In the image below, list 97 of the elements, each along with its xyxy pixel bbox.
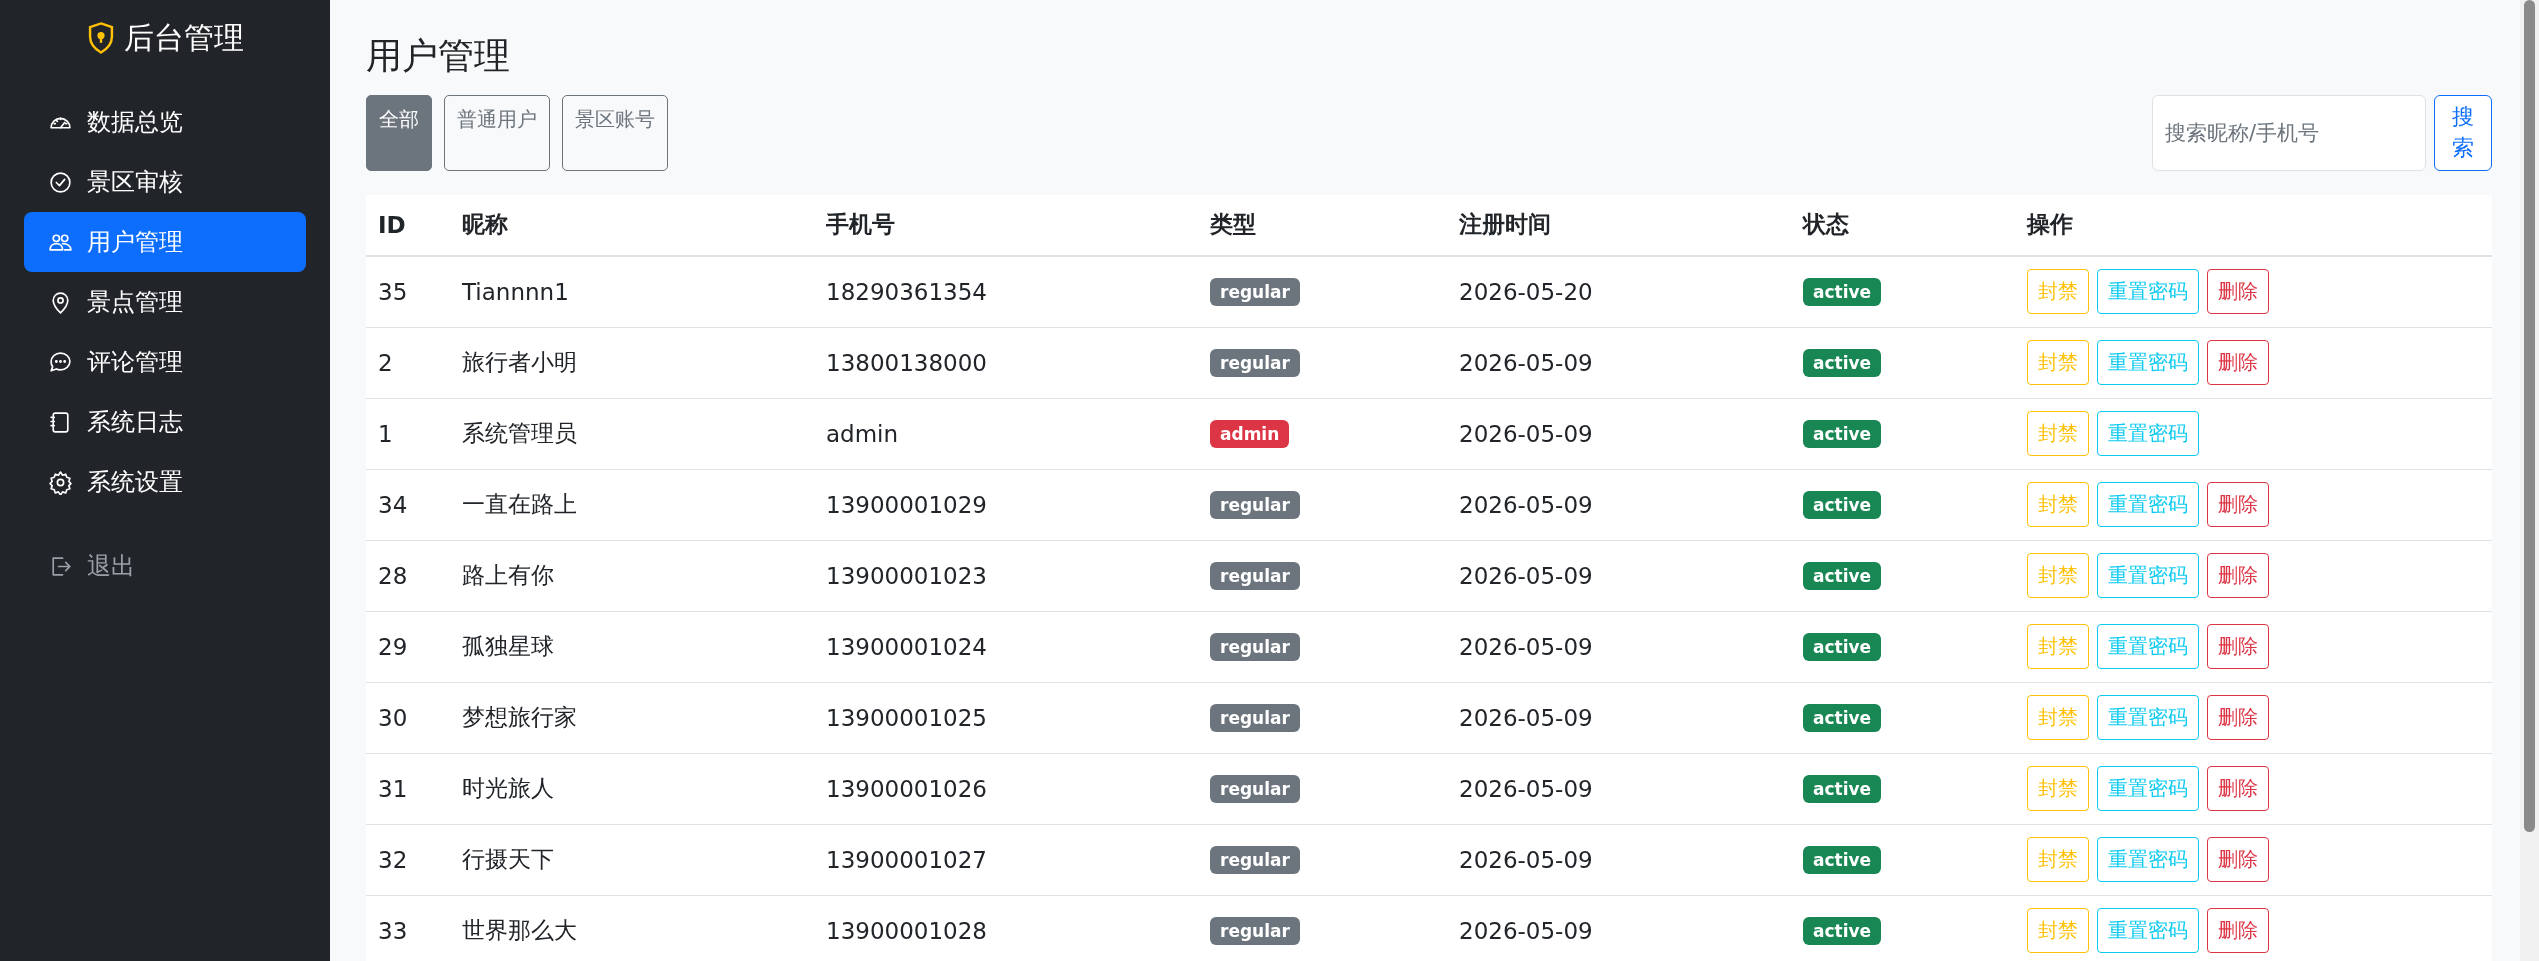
type-badge: regular — [1210, 846, 1300, 875]
table-cell: Tiannnn1 — [450, 255, 814, 328]
status-badge: active — [1803, 917, 1882, 946]
type-badge: regular — [1210, 704, 1300, 733]
table-cell: 2026-05-09 — [1447, 611, 1791, 683]
type-badge: regular — [1210, 491, 1300, 520]
sidebar-item[interactable]: 系统日志 — [24, 392, 306, 452]
table-cell: 一直在路上 — [450, 469, 814, 541]
table-cell: 13900001025 — [814, 682, 1198, 754]
table-cell: 33 — [366, 895, 450, 961]
table-cell: 梦想旅行家 — [450, 682, 814, 754]
column-header: ID — [366, 194, 450, 256]
delete-button[interactable]: 删除 — [2207, 837, 2269, 883]
sidebar-item[interactable]: 景区审核 — [24, 152, 306, 212]
table-cell: 2026-05-09 — [1447, 682, 1791, 754]
scrollbar-thumb[interactable] — [2524, 0, 2535, 832]
sidebar-item[interactable]: 景点管理 — [24, 272, 306, 332]
table-cell: 2026-05-09 — [1447, 469, 1791, 541]
column-header: 手机号 — [814, 194, 1198, 256]
column-header: 昵称 — [450, 194, 814, 256]
status-badge: active — [1803, 491, 1882, 520]
table-cell: 18290361354 — [814, 255, 1198, 328]
gear-icon — [48, 469, 73, 495]
table-cell: 30 — [366, 682, 450, 754]
delete-button[interactable]: 删除 — [2207, 482, 2269, 528]
type-badge: regular — [1210, 278, 1300, 307]
column-header: 类型 — [1198, 194, 1447, 256]
sidebar-item[interactable]: 系统设置 — [24, 452, 306, 512]
table-cell: 31 — [366, 753, 450, 825]
type-badge: admin — [1210, 420, 1290, 449]
delete-button[interactable]: 删除 — [2207, 695, 2269, 741]
table-cell: 13900001028 — [814, 895, 1198, 961]
status-badge: active — [1803, 562, 1882, 591]
table-cell: 2026-05-20 — [1447, 255, 1791, 328]
column-header: 状态 — [1791, 194, 2015, 256]
search-button[interactable]: 搜索 — [2434, 95, 2492, 171]
type-badge: regular — [1210, 562, 1300, 591]
column-header: 注册时间 — [1447, 194, 1791, 256]
check-circle-icon — [48, 169, 73, 195]
table-cell: 2026-05-09 — [1447, 398, 1791, 470]
table-cell: 2026-05-09 — [1447, 327, 1791, 399]
app-title: 后台管理 — [124, 18, 244, 57]
status-badge: active — [1803, 775, 1882, 804]
status-badge: active — [1803, 704, 1882, 733]
table-cell: 2026-05-09 — [1447, 753, 1791, 825]
table-cell: 13800138000 — [814, 327, 1198, 399]
table-cell: 2026-05-09 — [1447, 895, 1791, 961]
column-header: 操作 — [2015, 194, 2492, 256]
table-cell: 时光旅人 — [450, 753, 814, 825]
table-cell: 13900001026 — [814, 753, 1198, 825]
table-cell: 13900001027 — [814, 824, 1198, 896]
shield-lock-icon — [86, 21, 116, 55]
type-badge: regular — [1210, 633, 1300, 662]
delete-button[interactable]: 删除 — [2207, 553, 2269, 599]
delete-button[interactable]: 删除 — [2207, 624, 2269, 670]
type-badge: regular — [1210, 917, 1300, 946]
status-badge: active — [1803, 420, 1882, 449]
filter-tab[interactable]: 普通用户 — [444, 95, 550, 171]
delete-button[interactable]: 删除 — [2207, 340, 2269, 386]
table-cell: 行摄天下 — [450, 824, 814, 896]
status-badge: active — [1803, 633, 1882, 662]
status-badge: active — [1803, 349, 1882, 378]
delete-button[interactable]: 删除 — [2207, 269, 2269, 315]
type-badge: regular — [1210, 775, 1300, 804]
status-badge: active — [1803, 846, 1882, 875]
type-badge: regular — [1210, 349, 1300, 378]
filter-tab[interactable]: 景区账号 — [562, 95, 668, 171]
table-cell: 35 — [366, 255, 450, 328]
status-badge: active — [1803, 278, 1882, 307]
table-cell: admin — [814, 398, 1198, 470]
table-cell: 路上有你 — [450, 540, 814, 612]
table-cell: 2026-05-09 — [1447, 540, 1791, 612]
table-cell: 系统管理员 — [450, 398, 814, 470]
delete-button[interactable]: 删除 — [2207, 908, 2269, 954]
filter-tab[interactable]: 全部 — [366, 95, 432, 171]
table-cell: 13900001029 — [814, 469, 1198, 541]
scrollbar[interactable] — [2520, 0, 2539, 961]
table-cell: 29 — [366, 611, 450, 683]
table-cell: 13900001024 — [814, 611, 1198, 683]
delete-button[interactable]: 删除 — [2207, 766, 2269, 812]
search-field[interactable]: 搜索昵称/手机号 — [2152, 95, 2426, 171]
chat-icon — [48, 349, 73, 375]
sidebar-item[interactable]: 数据总览 — [24, 92, 306, 152]
table-cell: 28 — [366, 540, 450, 612]
table-cell: 孤独星球 — [450, 611, 814, 683]
logout-item[interactable]: 退出 — [24, 536, 306, 596]
table-cell: 1 — [366, 398, 450, 470]
table-cell: 2 — [366, 327, 450, 399]
table-cell: 2026-05-09 — [1447, 824, 1791, 896]
table-cell: 世界那么大 — [450, 895, 814, 961]
page-title: 用户管理 — [366, 34, 511, 78]
sidebar-item[interactable]: 用户管理 — [24, 212, 306, 272]
table-cell: 13900001023 — [814, 540, 1198, 612]
table-cell: 34 — [366, 469, 450, 541]
sidebar-item[interactable]: 评论管理 — [24, 332, 306, 392]
table-cell: 32 — [366, 824, 450, 896]
table-cell: 旅行者小明 — [450, 327, 814, 399]
